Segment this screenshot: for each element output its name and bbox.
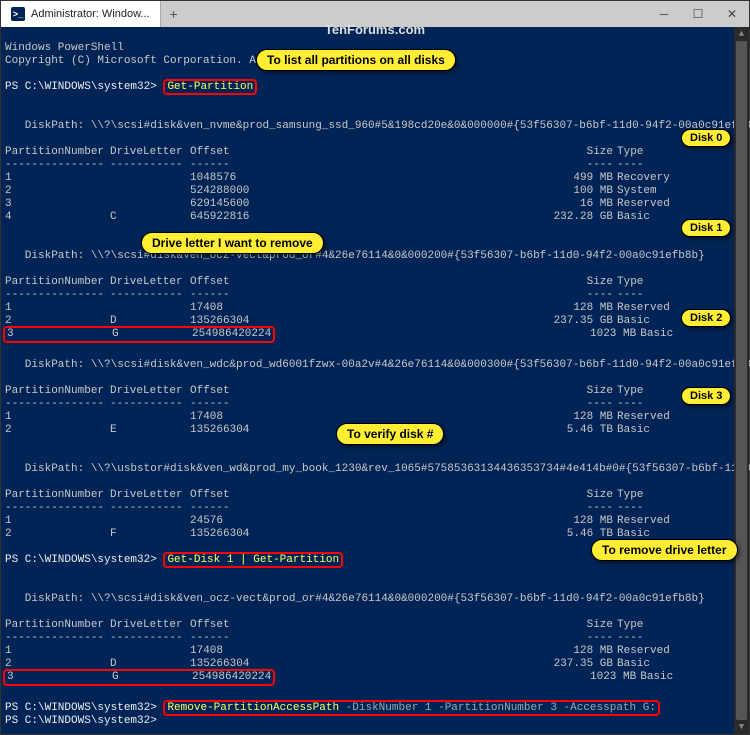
table-header-row: PartitionNumberDriveLetterOffsetSizeType… xyxy=(5,489,745,541)
callout-list-all: To list all partitions on all disks xyxy=(256,49,456,71)
row-tail: 1023 MBBasic xyxy=(273,333,673,345)
table-row: 4C645922816232.28 GBBasic xyxy=(5,211,670,224)
close-button[interactable]: ✕ xyxy=(715,1,749,27)
minimize-button[interactable]: ─ xyxy=(647,1,681,27)
table-row: 3G254986420224 xyxy=(7,671,271,684)
prompt: PS C:\WINDOWS\system32> xyxy=(5,715,157,727)
row-tail: 1023 MBBasic xyxy=(273,676,673,688)
table-row: 11048576499 MBRecovery xyxy=(5,172,670,185)
highlighted-row: 3G254986420224 xyxy=(3,326,275,343)
diskpath: DiskPath: \\?\scsi#disk&ven_ocz-vect&pro… xyxy=(5,250,705,262)
table-header-row: PartitionNumberDriveLetterOffsetSizeType… xyxy=(5,619,745,671)
powershell-icon: >_ xyxy=(11,7,25,21)
powershell-window: >_ Administrator: Window... + ─ ☐ ✕ TenF… xyxy=(0,0,750,735)
command-get-partition: Get-Partition xyxy=(163,79,257,95)
command-remove-accesspath: Remove-PartitionAccessPath -DiskNumber 1… xyxy=(163,700,660,716)
table-row: 117408128 MBReserved xyxy=(5,645,670,658)
terminal-output[interactable]: Windows PowerShell Copyright (C) Microso… xyxy=(1,27,749,734)
maximize-button[interactable]: ☐ xyxy=(681,1,715,27)
tab-powershell[interactable]: >_ Administrator: Window... xyxy=(1,1,161,27)
scrollbar[interactable]: ▲ ▼ xyxy=(734,27,749,734)
titlebar: >_ Administrator: Window... + ─ ☐ ✕ xyxy=(1,1,749,27)
table-row: 2F1352663045.46 TBBasic xyxy=(5,528,670,541)
prompt: PS C:\WINDOWS\system32> xyxy=(5,702,157,714)
callout-drive-letter: Drive letter I want to remove xyxy=(141,232,324,254)
prompt: PS C:\WINDOWS\system32> xyxy=(5,554,157,566)
table-row: 3G254986420224 xyxy=(7,328,271,341)
table-row: 124576128 MBReserved xyxy=(5,515,670,528)
diskpath: DiskPath: \\?\scsi#disk&ven_wdc&prod_wd6… xyxy=(5,359,750,371)
diskpath: DiskPath: \\?\scsi#disk&ven_ocz-vect&pro… xyxy=(5,593,705,605)
prompt: PS C:\WINDOWS\system32> xyxy=(5,81,157,93)
table-row: 117408128 MBReserved xyxy=(5,411,670,424)
scroll-down-icon[interactable]: ▼ xyxy=(734,720,749,734)
scroll-thumb[interactable] xyxy=(736,41,747,720)
callout-remove: To remove drive letter xyxy=(591,539,738,561)
callout-disk3: Disk 3 xyxy=(681,387,731,405)
callout-disk2: Disk 2 xyxy=(681,309,731,327)
command-verify-disk: Get-Disk 1 | Get-Partition xyxy=(163,552,343,568)
new-tab-button[interactable]: + xyxy=(161,1,187,27)
table-row: 362914560016 MBReserved xyxy=(5,198,670,211)
diskpath: DiskPath: \\?\usbstor#disk&ven_wd&prod_m… xyxy=(5,463,750,475)
tab-label: Administrator: Window... xyxy=(31,8,150,20)
table-header-row: PartitionNumberDriveLetterOffsetSizeType… xyxy=(5,276,745,328)
scroll-up-icon[interactable]: ▲ xyxy=(734,27,749,41)
header-line: Windows PowerShell xyxy=(5,42,124,54)
callout-disk0: Disk 0 xyxy=(681,129,731,147)
table-header-row: PartitionNumberDriveLetterOffsetSizeType… xyxy=(5,146,745,224)
table-row: 2524288000100 MBSystem xyxy=(5,185,670,198)
highlighted-row: 3G254986420224 xyxy=(3,669,275,686)
table-row: 117408128 MBReserved xyxy=(5,302,670,315)
diskpath: DiskPath: \\?\scsi#disk&ven_nvme&prod_sa… xyxy=(5,120,750,132)
callout-disk1: Disk 1 xyxy=(681,219,731,237)
callout-verify: To verify disk # xyxy=(336,423,444,445)
